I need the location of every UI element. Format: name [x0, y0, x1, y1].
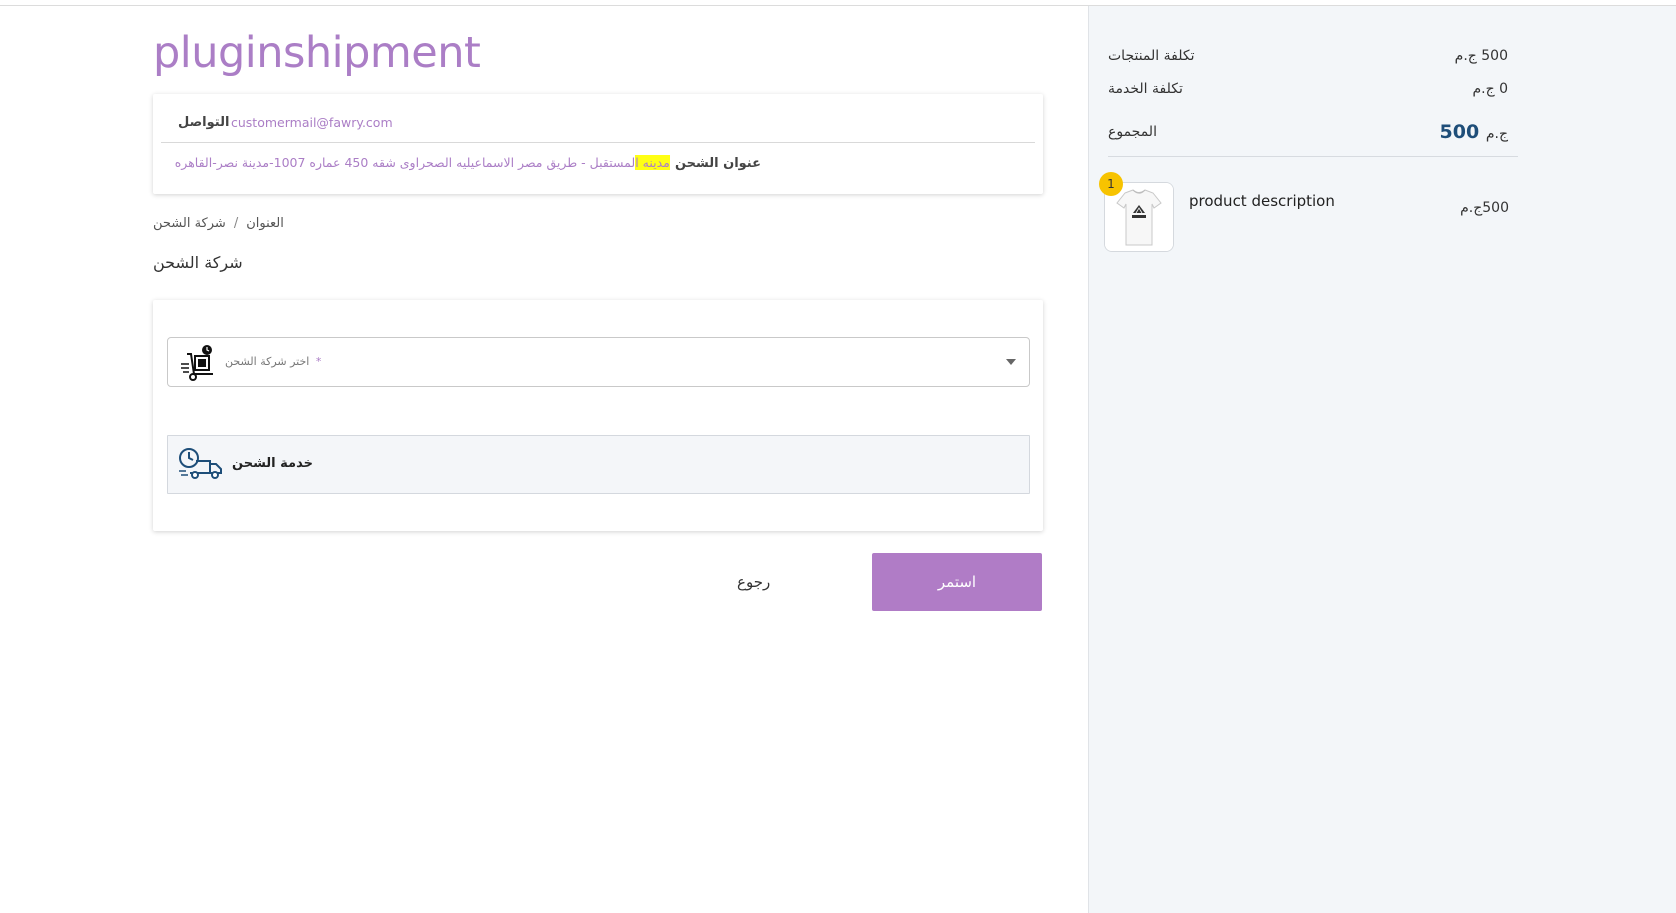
total-label: المجموع — [1108, 124, 1157, 140]
product-price: 500ج.م — [1460, 200, 1509, 216]
products-cost-row: تكلفة المنتجات 500 ج.م — [1108, 48, 1508, 70]
total-currency: ج.م — [1485, 126, 1508, 142]
delivery-cart-icon — [179, 344, 219, 382]
shipping-service-label: خدمة الشحن — [232, 456, 313, 471]
order-summary-panel: تكلفة المنتجات 500 ج.م تكلفة الخدمة 0 ج.… — [1088, 6, 1676, 913]
service-cost-row: تكلفة الخدمة 0 ج.م — [1108, 81, 1508, 103]
shipping-company-placeholder: * اختر شركة الشحن — [225, 355, 322, 368]
continue-button[interactable]: استمر — [872, 553, 1042, 611]
address-value: مدينه المستقبل - طريق مصر الاسماعيليه ال… — [175, 155, 670, 170]
info-card: التواصل customermail@fawry.com عنوان الش… — [153, 94, 1043, 194]
shipping-service-option[interactable]: خدمة الشحن — [167, 435, 1030, 494]
total-amount: 500 — [1439, 121, 1480, 143]
products-cost-label: تكلفة المنتجات — [1108, 48, 1195, 64]
product-description: product description — [1189, 192, 1335, 210]
contact-row: التواصل customermail@fawry.com — [161, 94, 1035, 143]
store-logo[interactable]: pluginshipment — [153, 28, 481, 78]
service-cost-label: تكلفة الخدمة — [1108, 81, 1183, 97]
products-cost-value: 500 ج.م — [1454, 48, 1508, 64]
address-label: عنوان الشحن — [674, 156, 761, 171]
shipping-company-select[interactable]: * اختر شركة الشحن — [167, 337, 1030, 387]
summary-divider — [1108, 156, 1518, 157]
chevron-down-icon[interactable] — [1006, 359, 1016, 365]
contact-email: customermail@fawry.com — [231, 115, 393, 130]
address-highlight: مدينه ا — [635, 155, 670, 170]
total-row: المجموع ج.م 500 — [1108, 121, 1508, 149]
shipping-card: * اختر شركة الشحن خدمة الشحن — [153, 300, 1043, 531]
service-cost-value: 0 ج.م — [1472, 81, 1508, 97]
address-rest: لمستقبل - طريق مصر الاسماعيليه الصحراوى … — [174, 155, 636, 170]
quantity-badge: 1 — [1099, 172, 1123, 196]
breadcrumb: العنوان / شركة الشحن — [153, 216, 284, 231]
back-button[interactable]: رجوع — [737, 573, 770, 591]
page-title: شركة الشحن — [153, 253, 243, 272]
shipping-address-row: عنوان الشحن مدينه المستقبل - طريق مصر ال… — [161, 152, 761, 176]
breadcrumb-item-shipping-company: شركة الشحن — [153, 216, 226, 231]
breadcrumb-separator: / — [233, 216, 239, 231]
total-value: ج.م 500 — [1440, 121, 1508, 143]
contact-label: التواصل — [178, 115, 230, 130]
required-mark: * — [315, 355, 322, 368]
delivery-truck-clock-icon — [178, 447, 224, 481]
breadcrumb-item-address[interactable]: العنوان — [246, 216, 284, 231]
